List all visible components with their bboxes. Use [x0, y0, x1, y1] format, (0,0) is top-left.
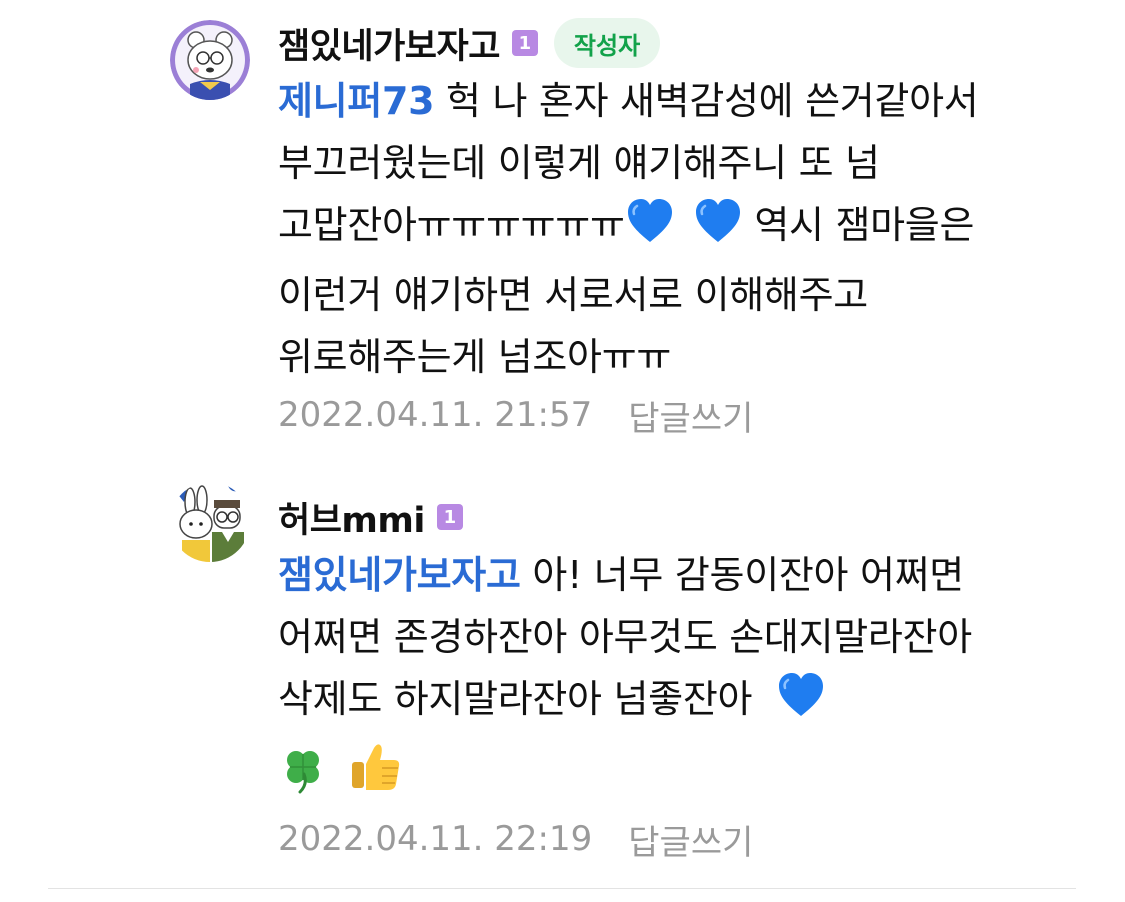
- blue-heart-icon: [776, 670, 826, 738]
- comment-header: 허브mmi 1: [278, 492, 1078, 542]
- comment-meta: 2022.04.11. 22:19 답글쓰기: [278, 814, 1078, 864]
- comment-meta: 2022.04.11. 21:57 답글쓰기: [278, 390, 1078, 440]
- divider: [48, 888, 1076, 889]
- avatar[interactable]: [170, 482, 250, 562]
- mention-link[interactable]: 잼있네가보자고: [278, 553, 521, 597]
- blue-heart-icon: [693, 196, 743, 264]
- comment-text: 잼있네가보자고 아! 너무 감동이잔아 어쩌면 어쩌면 존경하잔아 아무것도 손…: [278, 544, 1078, 812]
- level-badge: 1: [511, 30, 538, 56]
- timestamp: 2022.04.11. 21:57: [278, 395, 593, 435]
- writer-badge: 작성자: [553, 18, 661, 68]
- reply-button[interactable]: 답글쓰기: [628, 815, 753, 864]
- nickname[interactable]: 잼있네가보자고: [278, 18, 500, 69]
- blue-heart-icon: [625, 196, 675, 264]
- reply-button[interactable]: 답글쓰기: [628, 391, 753, 440]
- comment-text: 제니퍼73 헉 나 혼자 새벽감성에 쓴거같아서 부끄러웠는데 이렇게 얘기해주…: [278, 70, 1078, 388]
- timestamp: 2022.04.11. 22:19: [278, 819, 593, 859]
- mention-link[interactable]: 제니퍼73: [278, 79, 435, 123]
- thumbs-up-icon: [348, 738, 404, 812]
- level-badge: 1: [436, 504, 463, 530]
- nickname[interactable]: 허브mmi: [278, 492, 425, 543]
- avatar[interactable]: [170, 20, 250, 100]
- four-leaf-clover-icon: [278, 744, 328, 812]
- rabbit-avatar-icon: [170, 482, 250, 562]
- comment-header: 잼있네가보자고 1 작성자: [278, 18, 1078, 68]
- bear-avatar-icon: [170, 20, 250, 100]
